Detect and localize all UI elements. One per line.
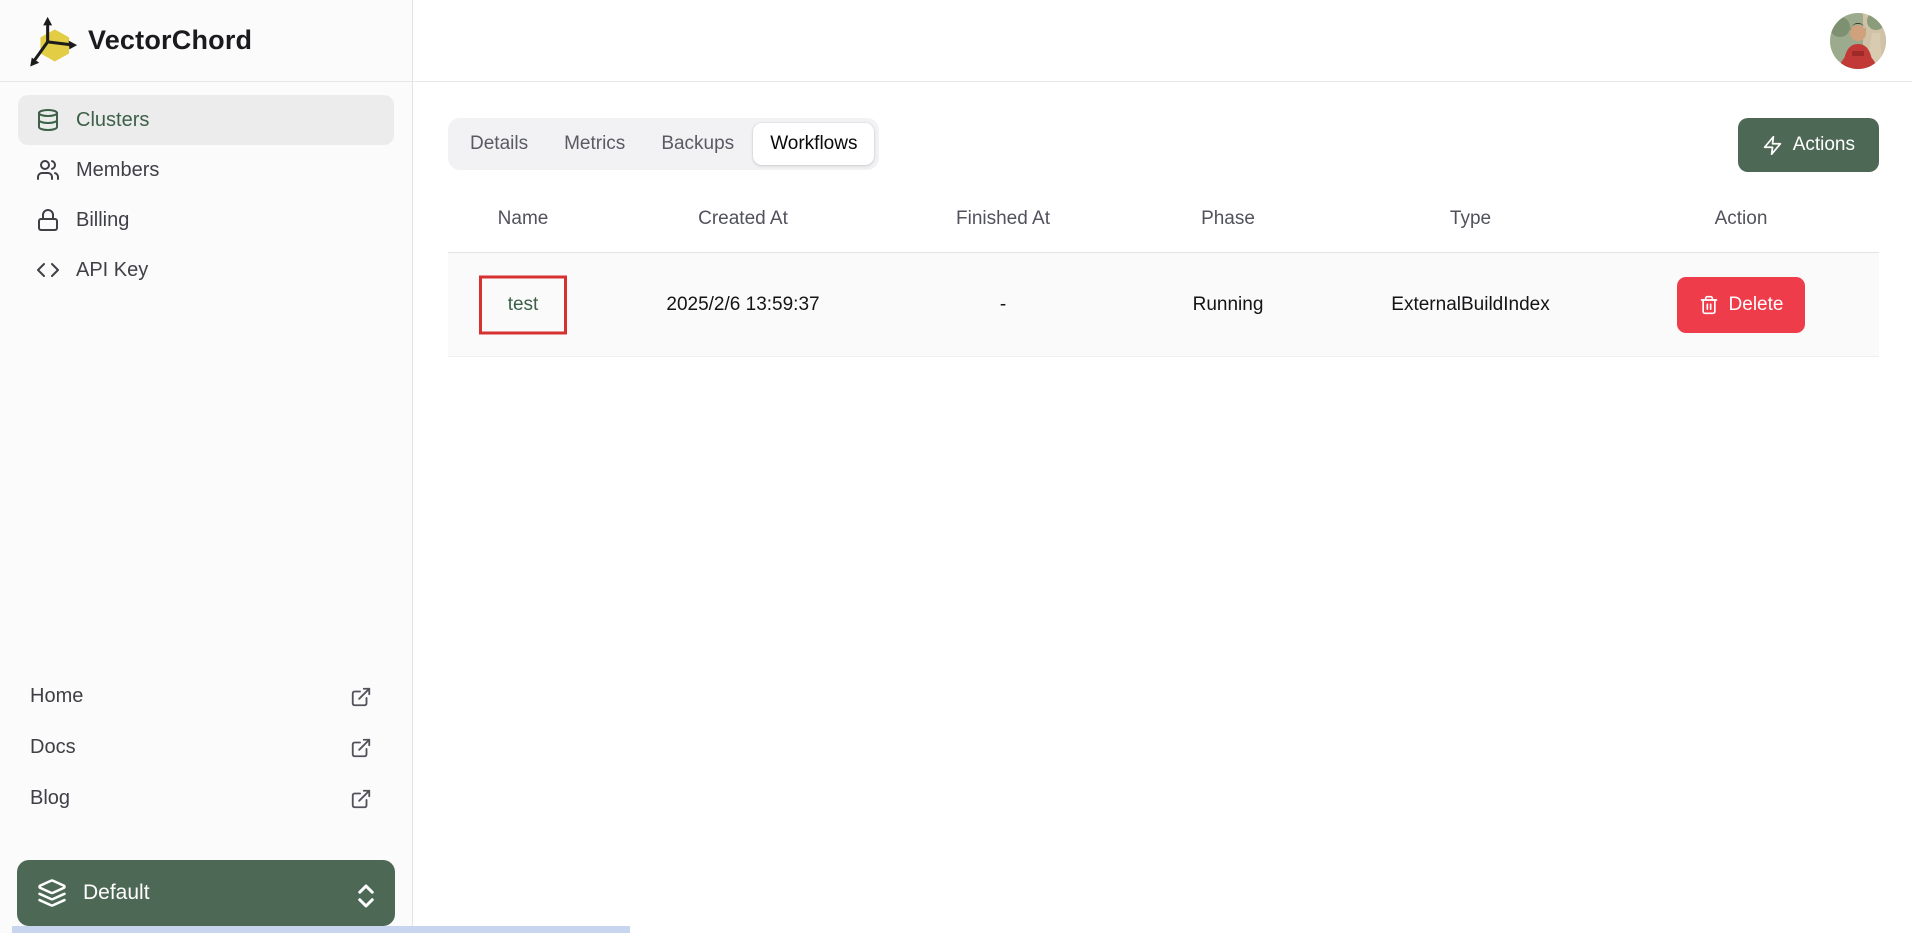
sidebar-item-label: Billing (76, 209, 129, 232)
brand-logo[interactable]: VectorChord (0, 0, 412, 82)
external-link-icon (350, 788, 372, 810)
sidebar-link-label: Home (30, 685, 83, 708)
sidebar: VectorChord Clusters Members (0, 0, 413, 933)
tab-label: Details (470, 133, 528, 155)
column-header-type: Type (1338, 208, 1603, 230)
table-row: test 2025/2/6 13:59:37 - Running Externa… (448, 252, 1879, 357)
brand-name: VectorChord (88, 25, 252, 56)
code-icon (36, 258, 60, 282)
column-header-created-at: Created At (598, 208, 888, 230)
column-header-action: Action (1603, 208, 1879, 230)
actions-button-label: Actions (1793, 134, 1855, 156)
workflow-name-link[interactable]: test (448, 294, 598, 316)
workflow-phase: Running (1118, 294, 1338, 316)
sidebar-item-members[interactable]: Members (18, 145, 394, 195)
org-switcher-label: Default (83, 881, 150, 905)
external-link-icon (350, 737, 372, 759)
sidebar-item-api-key[interactable]: API Key (18, 245, 394, 295)
sidebar-spacer (0, 295, 412, 671)
column-header-name: Name (448, 208, 598, 230)
sidebar-link-label: Docs (30, 736, 76, 759)
table-header-row: Name Created At Finished At Phase Type A… (448, 172, 1879, 252)
workflow-finished-at: - (888, 294, 1118, 316)
main-area: Details Metrics Backups Workflows (413, 0, 1912, 933)
tab-label: Metrics (564, 133, 625, 155)
cluster-tabs: Details Metrics Backups Workflows (448, 118, 879, 170)
app-window: VectorChord Clusters Members (0, 0, 1912, 933)
sidebar-item-clusters[interactable]: Clusters (18, 95, 394, 145)
sidebar-item-billing[interactable]: Billing (18, 195, 394, 245)
workflow-name-text: test (508, 294, 539, 316)
actions-button[interactable]: Actions (1738, 118, 1879, 172)
user-avatar[interactable] (1830, 13, 1886, 69)
sidebar-link-label: Blog (30, 787, 70, 810)
sidebar-external-links: Home Docs Blog (0, 671, 412, 824)
tab-details[interactable]: Details (453, 123, 545, 165)
sidebar-link-home[interactable]: Home (30, 671, 372, 722)
tab-label: Backups (661, 133, 734, 155)
column-header-phase: Phase (1118, 208, 1338, 230)
workflows-table: Name Created At Finished At Phase Type A… (448, 172, 1879, 357)
org-switcher-button[interactable]: Default (17, 860, 395, 926)
lock-icon (36, 208, 60, 232)
sidebar-link-blog[interactable]: Blog (30, 773, 372, 824)
database-icon (36, 108, 60, 132)
sidebar-nav: Clusters Members Billing (0, 82, 412, 295)
delete-button[interactable]: Delete (1677, 277, 1806, 333)
tab-metrics[interactable]: Metrics (547, 123, 642, 165)
tab-label: Workflows (770, 133, 857, 155)
sidebar-item-label: Members (76, 159, 159, 182)
vectorchord-logo-icon (28, 15, 78, 67)
sidebar-item-label: API Key (76, 259, 148, 282)
users-icon (36, 158, 60, 182)
zap-icon (1762, 135, 1783, 156)
chevrons-up-down-icon (351, 881, 375, 905)
column-header-finished-at: Finished At (888, 208, 1118, 230)
workflow-type: ExternalBuildIndex (1338, 294, 1603, 316)
cluster-detail-panel: Details Metrics Backups Workflows (413, 82, 1912, 357)
layers-icon (37, 878, 67, 908)
workflow-created-at: 2025/2/6 13:59:37 (598, 294, 888, 316)
delete-button-label: Delete (1729, 294, 1784, 316)
tab-backups[interactable]: Backups (644, 123, 751, 165)
sidebar-item-label: Clusters (76, 109, 149, 132)
window-edge-strip (12, 926, 630, 933)
top-bar (413, 0, 1912, 82)
sidebar-link-docs[interactable]: Docs (30, 722, 372, 773)
trash-icon (1699, 295, 1719, 315)
external-link-icon (350, 686, 372, 708)
tab-workflows[interactable]: Workflows (753, 123, 874, 165)
